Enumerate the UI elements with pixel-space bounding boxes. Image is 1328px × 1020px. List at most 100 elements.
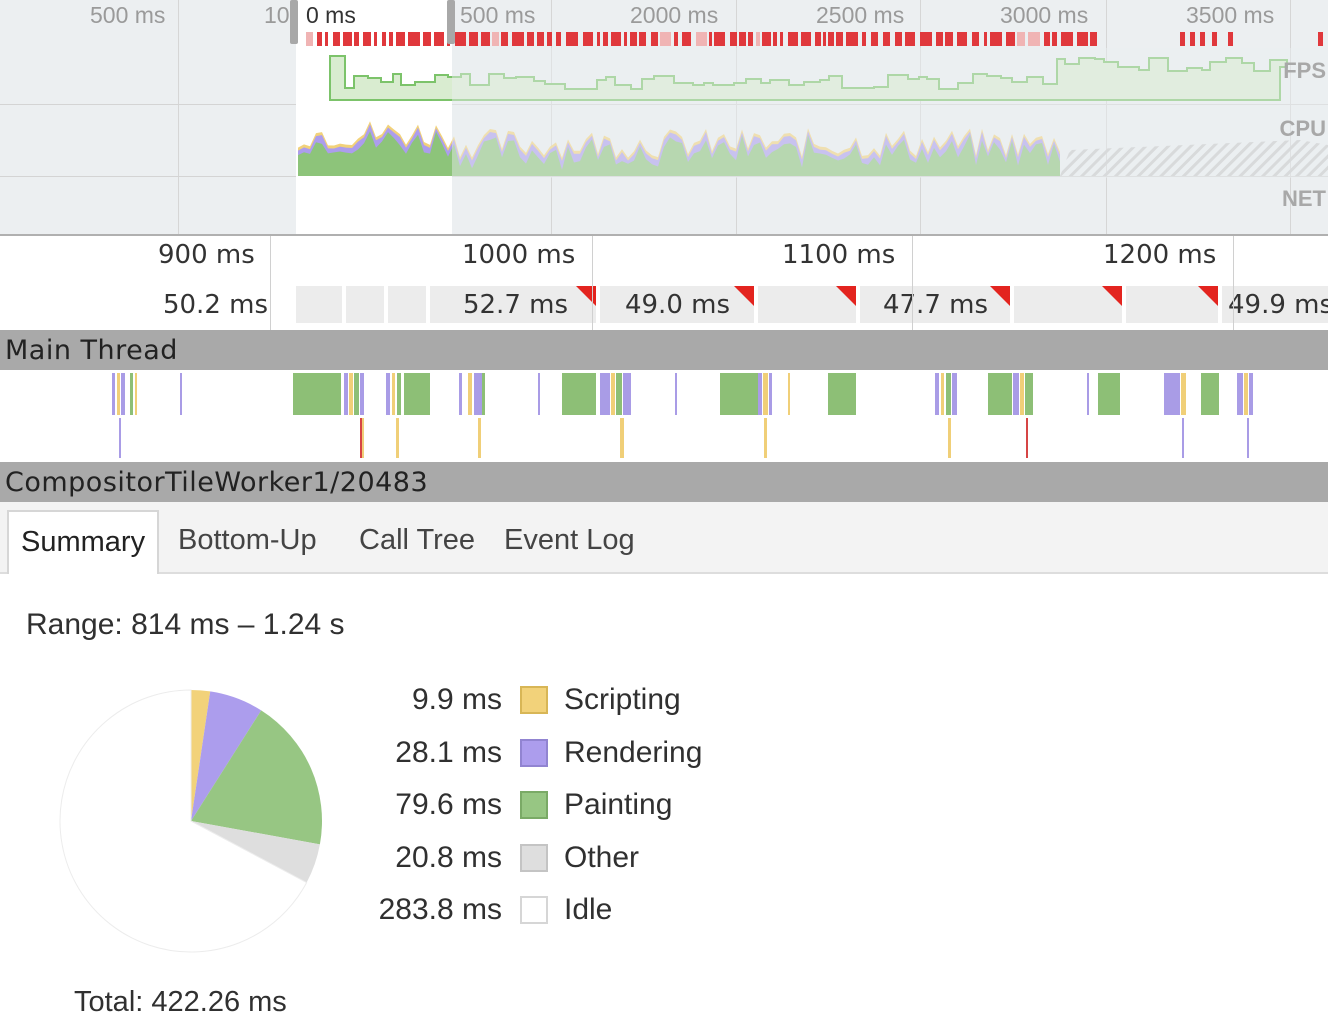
overview-time-label: 500 ms bbox=[90, 2, 166, 28]
flame-event bbox=[1087, 373, 1089, 415]
fps-track-label: FPS bbox=[1283, 58, 1326, 83]
frame-tick bbox=[1200, 32, 1205, 46]
frame-tick bbox=[527, 32, 534, 46]
frame-box[interactable] bbox=[1126, 286, 1218, 323]
frame-tick bbox=[660, 32, 671, 46]
selection-left-handle[interactable] bbox=[290, 0, 298, 44]
main-thread-header[interactable]: Main Thread bbox=[0, 330, 1328, 370]
frame-tick bbox=[871, 32, 878, 46]
frame-tick bbox=[389, 32, 393, 46]
frame-tick bbox=[1180, 32, 1185, 46]
painting-swatch bbox=[520, 791, 548, 819]
legend-label: Rendering bbox=[564, 736, 703, 769]
frame-tick bbox=[714, 32, 725, 46]
frame-box[interactable] bbox=[346, 286, 384, 323]
flame-sub-event bbox=[360, 418, 362, 458]
frame-tick bbox=[682, 32, 691, 46]
flame-event bbox=[758, 373, 762, 415]
net-track-label: NET bbox=[1282, 186, 1326, 211]
flame-sub-event bbox=[1247, 418, 1249, 458]
flame-event bbox=[354, 373, 359, 415]
frame-tick bbox=[547, 32, 552, 46]
frame-tick bbox=[883, 32, 890, 46]
flame-event bbox=[1181, 373, 1186, 415]
frame-tick bbox=[537, 32, 544, 46]
frame-tick bbox=[945, 32, 953, 46]
frame-tick bbox=[434, 32, 444, 46]
frame-box[interactable] bbox=[1014, 286, 1122, 323]
long-frame-flag bbox=[1102, 286, 1122, 306]
flame-sub-event bbox=[764, 418, 767, 458]
flame-event bbox=[952, 373, 957, 415]
selection-right-handle[interactable] bbox=[447, 0, 455, 44]
frame-tick bbox=[317, 32, 322, 46]
tab-summary[interactable]: Summary bbox=[7, 510, 160, 574]
frame-tick bbox=[455, 32, 466, 46]
flame-event bbox=[562, 373, 596, 415]
rendering-swatch bbox=[520, 739, 548, 767]
flame-event bbox=[675, 373, 677, 415]
frame-tick bbox=[674, 32, 678, 46]
frame-tick bbox=[363, 32, 371, 46]
frame-tick bbox=[611, 32, 621, 46]
frame-tick bbox=[920, 32, 932, 46]
flame-event bbox=[344, 373, 348, 415]
flame-event bbox=[392, 373, 395, 415]
frame-tick bbox=[408, 32, 420, 46]
overview-time-label: 500 ms bbox=[460, 2, 536, 28]
frame-box[interactable] bbox=[296, 286, 342, 323]
frame-tick bbox=[957, 32, 967, 46]
flame-event bbox=[482, 373, 485, 415]
frame-box[interactable] bbox=[388, 286, 426, 323]
main-thread-flamechart[interactable] bbox=[0, 370, 1328, 462]
frame-duration[interactable]: 50.2 ms bbox=[150, 290, 268, 320]
long-frame-flag bbox=[836, 286, 856, 306]
overview-time-label: 2000 ms bbox=[630, 2, 719, 28]
legend-label: Other bbox=[564, 841, 640, 874]
ruler-tick-label: 1200 ms bbox=[1103, 240, 1217, 270]
frame-tick bbox=[756, 32, 760, 46]
flame-event bbox=[386, 373, 390, 415]
selection-start-label: 10 bbox=[264, 2, 290, 28]
compositor-thread-header[interactable]: CompositorTileWorker1/20483 bbox=[0, 462, 1328, 502]
flame-event bbox=[180, 373, 182, 415]
selection-zero-label: 0 ms bbox=[306, 2, 356, 28]
flame-event bbox=[1013, 373, 1019, 415]
tab-bottom-up[interactable]: Bottom-Up bbox=[166, 510, 329, 572]
legend-row-other: 20.8 ms Other bbox=[4, 835, 764, 887]
frame-tick bbox=[846, 32, 858, 46]
frame-tick bbox=[325, 32, 328, 46]
tab-call-tree[interactable]: Call Tree bbox=[347, 510, 487, 572]
overview-time-label: 3000 ms bbox=[1000, 2, 1089, 28]
frame-tick bbox=[374, 32, 377, 46]
flame-event bbox=[112, 373, 115, 415]
flame-event bbox=[769, 373, 772, 415]
flame-event bbox=[360, 373, 364, 415]
frame-tick bbox=[936, 32, 943, 46]
overview-time-label: 2500 ms bbox=[816, 2, 905, 28]
legend-label: Painting bbox=[564, 788, 673, 821]
summary-range: Range: 814 ms – 1.24 s bbox=[26, 608, 345, 641]
frame-tick bbox=[583, 32, 593, 46]
frame-tick bbox=[469, 32, 478, 46]
frame-tick bbox=[382, 32, 386, 46]
tab-event-log[interactable]: Event Log bbox=[492, 510, 647, 572]
frame-tick bbox=[639, 32, 646, 46]
summary-panel: Range: 814 ms – 1.24 s 9.9 ms Scripting … bbox=[4, 582, 1328, 1020]
flame-event bbox=[459, 373, 462, 415]
ruler-tick-label: 1100 ms bbox=[782, 240, 896, 270]
main-thread-title: Main Thread bbox=[5, 335, 178, 366]
frame-box[interactable] bbox=[758, 286, 856, 323]
legend-value: 20.8 ms bbox=[395, 841, 502, 874]
legend-row-rendering: 28.1 ms Rendering bbox=[4, 730, 764, 782]
legend-label: Idle bbox=[564, 893, 613, 926]
flame-event bbox=[1249, 373, 1253, 415]
frame-tick bbox=[709, 32, 712, 46]
frame-tick bbox=[696, 32, 707, 46]
flame-event bbox=[941, 373, 944, 415]
summary-total: Total: 422.26 ms bbox=[74, 986, 287, 1018]
frame-tick bbox=[1077, 32, 1088, 46]
legend-row-scripting: 9.9 ms Scripting bbox=[4, 677, 764, 729]
flame-event bbox=[349, 373, 353, 415]
timeline-overview[interactable]: 500 ms 500 ms 2000 ms 2500 ms 3000 ms 35… bbox=[0, 0, 1328, 236]
